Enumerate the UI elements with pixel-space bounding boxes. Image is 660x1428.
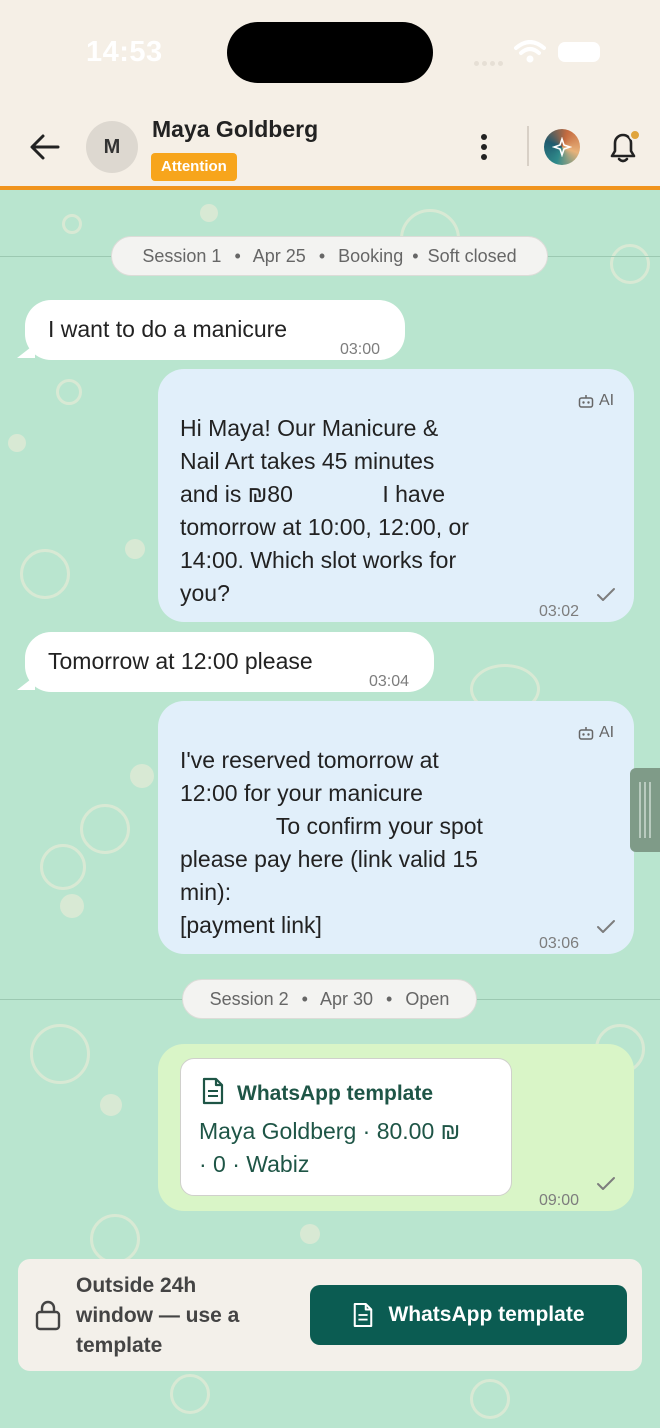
- contact-name[interactable]: Maya Goldberg: [152, 116, 318, 143]
- bg-doodle: [80, 804, 130, 854]
- message-text: Hi Maya! Our Manicure & Nail Art takes 4…: [180, 415, 469, 606]
- dynamic-island: [227, 22, 433, 83]
- check-icon: [597, 1177, 615, 1190]
- check-icon: [597, 588, 615, 601]
- bg-doodle: [200, 204, 218, 222]
- ai-tag: AI: [578, 384, 614, 417]
- separator: •: [386, 989, 393, 1009]
- wifi-icon: [514, 40, 546, 63]
- check-icon: [597, 920, 615, 933]
- bg-doodle: [130, 764, 154, 788]
- session-1-pill[interactable]: Session 1 • Apr 25 • Booking • Soft clos…: [111, 236, 548, 276]
- bg-doodle: [62, 214, 82, 234]
- session-date: Apr 30: [319, 989, 374, 1009]
- template-message[interactable]: WhatsApp template Maya Goldberg · 80.00 …: [158, 1044, 634, 1211]
- robot-icon: [578, 726, 594, 740]
- outgoing-message[interactable]: AI Hi Maya! Our Manicure & Nail Art take…: [158, 369, 634, 622]
- bg-doodle: [100, 1094, 122, 1116]
- robot-icon: [578, 394, 594, 408]
- bg-doodle: [470, 1379, 510, 1419]
- document-icon: [354, 1302, 373, 1328]
- session-2-pill[interactable]: Session 2 • Apr 30 • Open: [182, 979, 477, 1019]
- ai-tag: AI: [578, 716, 614, 749]
- chat-area[interactable]: Session 1 • Apr 25 • Booking • Soft clos…: [0, 194, 660, 1428]
- message-time: 09:00: [539, 1192, 580, 1209]
- header-divider: [527, 126, 529, 166]
- bg-doodle: [90, 1214, 140, 1264]
- chat-header: M Maya Goldberg Attention: [0, 100, 660, 190]
- lock-icon: [35, 1300, 61, 1331]
- composer-note: Outside 24h window — use a template: [76, 1274, 240, 1357]
- bg-doodle: [40, 844, 86, 890]
- document-icon: [202, 1077, 224, 1105]
- message-time: 03:06: [539, 935, 580, 952]
- sparkle-avatar-icon[interactable]: [544, 129, 580, 165]
- arrow-left-icon[interactable]: [28, 130, 62, 164]
- status-bar: 14:53: [0, 0, 660, 100]
- template-button-label: WhatsApp template: [388, 1303, 585, 1326]
- bubble-tail: [17, 676, 35, 690]
- incoming-message[interactable]: Tomorrow at 12:00 please 03:04: [17, 632, 434, 692]
- notification-dot: [629, 129, 641, 141]
- scroll-handle[interactable]: [630, 768, 660, 852]
- template-title: WhatsApp template: [237, 1082, 434, 1105]
- ai-label: AI: [599, 724, 615, 741]
- bg-doodle: [60, 894, 84, 918]
- outgoing-message[interactable]: AI I've reserved tomorrow at 12:00 for y…: [158, 701, 634, 954]
- status-badge: Attention: [151, 153, 237, 181]
- avatar[interactable]: M: [86, 121, 138, 173]
- message-time: 03:04: [369, 673, 410, 690]
- status-time: 14:53: [86, 36, 163, 68]
- bubble-tail: [17, 344, 35, 358]
- separator: •: [412, 246, 419, 266]
- bg-doodle: [56, 379, 82, 405]
- message-time: 03:02: [539, 603, 580, 620]
- session-topic: Booking: [338, 246, 404, 266]
- session-state: Soft closed: [427, 246, 517, 266]
- bg-doodle: [170, 1374, 210, 1414]
- session-label: Session 1: [142, 246, 222, 266]
- message-text: I've reserved tomorrow at 12:00 for your…: [180, 747, 483, 938]
- bg-doodle: [300, 1224, 320, 1244]
- battery-icon: [558, 42, 600, 62]
- whatsapp-template-button[interactable]: WhatsApp template: [310, 1285, 627, 1345]
- separator: •: [234, 246, 241, 266]
- bg-doodle: [8, 434, 26, 452]
- session-state: Open: [405, 989, 450, 1009]
- more-vertical-icon[interactable]: [472, 130, 496, 164]
- incoming-message[interactable]: I want to do a manicure 03:00: [17, 300, 405, 360]
- template-card[interactable]: WhatsApp template Maya Goldberg · 80.00 …: [180, 1058, 512, 1196]
- bg-doodle: [30, 1024, 90, 1084]
- signal-icon: [474, 53, 506, 71]
- session-label: Session 2: [209, 989, 289, 1009]
- bg-doodle: [20, 549, 70, 599]
- template-body: Maya Goldberg · 80.00 ₪ · 0 · Wabiz: [199, 1118, 461, 1177]
- ai-label: AI: [599, 392, 615, 409]
- notifications-button[interactable]: [604, 128, 642, 166]
- message-time: 03:00: [340, 341, 381, 358]
- separator: •: [301, 989, 308, 1009]
- separator: •: [318, 246, 326, 266]
- bg-doodle: [610, 244, 650, 284]
- message-text: Tomorrow at 12:00 please: [48, 648, 313, 674]
- message-text: I want to do a manicure: [48, 316, 288, 342]
- composer-bar: Outside 24h window — use a template What…: [18, 1259, 642, 1371]
- bg-doodle: [125, 539, 145, 559]
- session-date: Apr 25: [252, 246, 306, 266]
